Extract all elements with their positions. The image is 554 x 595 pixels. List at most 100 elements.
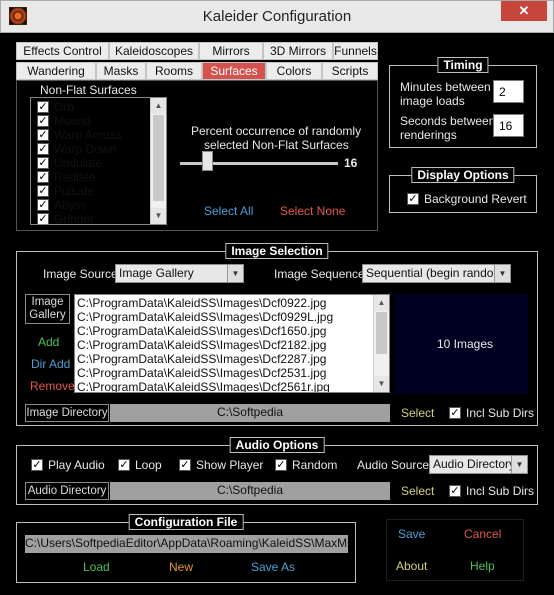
surfaces-checklist[interactable]: ✓ Orb ✓ Mound ✓ Warp Across ✓ Warp Down ✓ Und… (30, 97, 167, 225)
chevron-down-icon: ▼ (494, 265, 510, 282)
surface-item[interactable]: ✓ Pulsate (37, 184, 94, 198)
image-gallery-button[interactable]: Image Gallery (25, 294, 70, 324)
scroll-thumb[interactable] (153, 115, 164, 201)
checkbox-checked[interactable]: ✓ (37, 185, 49, 197)
chevron-down-icon: ▼ (511, 456, 527, 473)
audio-directory-select-link[interactable]: Select (401, 484, 434, 498)
close-button[interactable]: ✕ (501, 1, 547, 21)
select-all-link[interactable]: Select All (204, 204, 253, 218)
audio-directory-button[interactable]: Audio Directory (25, 482, 109, 500)
tab-effects-control[interactable]: Effects Control (16, 42, 109, 60)
checkbox-checked[interactable]: ✓ (37, 101, 49, 113)
surface-item[interactable]: ✓ Abyss (37, 198, 87, 212)
dir-add-link[interactable]: Dir Add (31, 357, 70, 371)
tab-masks[interactable]: Masks (96, 62, 146, 80)
checkbox-checked[interactable]: ✓ (449, 485, 461, 497)
surface-item[interactable]: ✓ Undulate (37, 156, 102, 170)
play-audio-checkbox[interactable]: ✓ Play Audio (31, 458, 105, 472)
audio-directory-path: C:\Softpedia (110, 482, 390, 500)
show-player-checkbox[interactable]: ✓ Show Player (179, 458, 263, 472)
cancel-button[interactable]: Cancel (464, 527, 501, 541)
image-sequence-label: Image Sequence (274, 267, 365, 281)
minutes-input[interactable]: 2 (493, 80, 524, 103)
checkbox-checked[interactable]: ✓ (37, 129, 49, 141)
image-file-item[interactable]: C:\ProgramData\KaleidSS\Images\Dcf0929L.… (77, 310, 333, 324)
tab-kaleidoscopes[interactable]: Kaleidoscopes (109, 42, 199, 60)
tab-colors[interactable]: Colors (266, 62, 322, 80)
load-config-link[interactable]: Load (83, 560, 110, 574)
image-file-list[interactable]: C:\ProgramData\KaleidSS\Images\Dcf0922.j… (74, 294, 390, 393)
scroll-up-icon[interactable]: ▲ (374, 295, 389, 311)
surface-item[interactable]: ✓ Grinder (37, 212, 94, 224)
background-revert-checkbox[interactable]: ✓ Background Revert (407, 192, 527, 206)
select-none-link[interactable]: Select None (280, 204, 345, 218)
checkbox-checked[interactable]: ✓ (37, 157, 49, 169)
timing-title: Timing (437, 57, 489, 73)
save-button[interactable]: Save (398, 527, 425, 541)
tab-scripts[interactable]: Scripts (322, 62, 378, 80)
image-file-item[interactable]: C:\ProgramData\KaleidSS\Images\Dcf0922.j… (77, 296, 326, 310)
tab-rooms[interactable]: Rooms (146, 62, 202, 80)
image-directory-path: C:\Softpedia (110, 404, 390, 422)
loop-checkbox[interactable]: ✓ Loop (118, 458, 162, 472)
image-sequence-dropdown[interactable]: Sequential (begin random) ▼ (362, 264, 511, 283)
scroll-up-icon[interactable]: ▲ (151, 98, 166, 114)
image-directory-select-link[interactable]: Select (401, 406, 434, 420)
remove-image-link[interactable]: Remove (30, 379, 75, 393)
image-list-scrollbar[interactable]: ▲ ▼ (373, 295, 389, 392)
image-file-item[interactable]: C:\ProgramData\KaleidSS\Images\Dcf2287.j… (77, 352, 326, 366)
tab-surfaces[interactable]: Surfaces (202, 62, 266, 80)
non-flat-surfaces-heading: Non-Flat Surfaces (40, 83, 137, 97)
scroll-thumb[interactable] (376, 312, 387, 354)
checkbox-checked[interactable]: ✓ (118, 459, 130, 471)
scroll-down-icon[interactable]: ▼ (151, 208, 166, 224)
image-incl-sub-dirs-checkbox[interactable]: ✓ Incl Sub Dirs (449, 406, 534, 420)
checkbox-checked[interactable]: ✓ (37, 213, 49, 224)
tab-3d-mirrors[interactable]: 3D Mirrors (263, 42, 333, 60)
surface-item[interactable]: ✓ Radiate (37, 170, 95, 184)
chevron-down-icon: ▼ (227, 265, 243, 282)
surface-item[interactable]: ✓ Mound (37, 114, 91, 128)
percent-slider-value: 16 (344, 156, 358, 170)
help-button[interactable]: Help (470, 559, 495, 573)
audio-source-label: Audio Source (357, 458, 430, 472)
tab-wandering[interactable]: Wandering (16, 62, 96, 80)
about-button[interactable]: About (396, 559, 427, 573)
checkbox-checked[interactable]: ✓ (37, 143, 49, 155)
checkbox-checked[interactable]: ✓ (275, 459, 287, 471)
surface-item[interactable]: ✓ Warp Down (37, 142, 116, 156)
window-title: Kaleider Configuration (202, 8, 352, 25)
new-config-link[interactable]: New (169, 560, 193, 574)
image-count-text: 10 Images (437, 337, 494, 351)
scroll-down-icon[interactable]: ▼ (374, 376, 389, 392)
checkbox-checked[interactable]: ✓ (179, 459, 191, 471)
checkbox-checked[interactable]: ✓ (37, 199, 49, 211)
image-selection-title: Image Selection (225, 243, 329, 259)
surfaces-scrollbar[interactable]: ▲ ▼ (150, 98, 166, 224)
surface-item[interactable]: ✓ Warp Across (37, 128, 122, 142)
seconds-input[interactable]: 16 (493, 114, 524, 137)
checkbox-checked[interactable]: ✓ (449, 407, 461, 419)
display-options-title: Display Options (411, 167, 515, 183)
tab-strip: Effects Control Kaleidoscopes Mirrors 3D… (16, 42, 378, 80)
image-directory-button[interactable]: Image Directory (25, 404, 109, 422)
audio-incl-sub-dirs-checkbox[interactable]: ✓ Incl Sub Dirs (449, 484, 534, 498)
checkbox-checked[interactable]: ✓ (37, 115, 49, 127)
audio-source-dropdown[interactable]: Audio Directory ▼ (429, 455, 528, 474)
checkbox-checked[interactable]: ✓ (37, 171, 49, 183)
random-checkbox[interactable]: ✓ Random (275, 458, 337, 472)
image-source-dropdown[interactable]: Image Gallery ▼ (115, 264, 244, 283)
add-image-link[interactable]: Add (38, 335, 59, 349)
percent-slider-thumb[interactable] (202, 151, 213, 171)
image-file-item[interactable]: C:\ProgramData\KaleidSS\Images\Dcf2531.j… (77, 366, 326, 380)
image-file-item[interactable]: C:\ProgramData\KaleidSS\Images\Dcf2182.j… (77, 338, 326, 352)
tab-mirrors[interactable]: Mirrors (199, 42, 263, 60)
image-file-item[interactable]: C:\ProgramData\KaleidSS\Images\Dcf2561r.… (77, 380, 330, 392)
surface-item[interactable]: ✓ Orb (37, 100, 74, 114)
config-file-path: C:\Users\SoftpediaEditor\AppData\Roaming… (25, 535, 348, 553)
tab-funnels[interactable]: Funnels (333, 42, 378, 60)
image-file-item[interactable]: C:\ProgramData\KaleidSS\Images\Dcf1650.j… (77, 324, 326, 338)
save-as-config-link[interactable]: Save As (251, 560, 295, 574)
checkbox-checked[interactable]: ✓ (407, 193, 419, 205)
checkbox-checked[interactable]: ✓ (31, 459, 43, 471)
